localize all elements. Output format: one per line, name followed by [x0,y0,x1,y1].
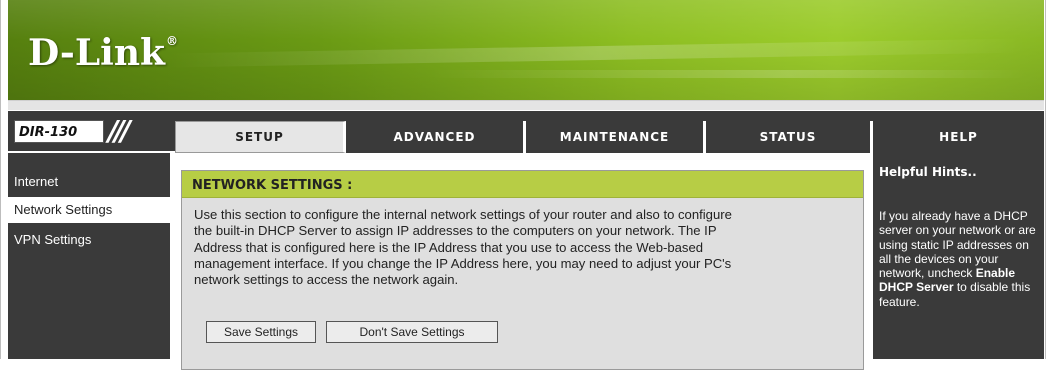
description-line: Use this section to configure the intern… [194,207,732,222]
description-line: network settings to access the network a… [194,272,459,288]
model-slash-icon: /// [108,114,131,147]
header-divider [8,100,1044,110]
model-label: DIR-130 [14,120,104,143]
tab-label: STATUS [759,130,817,144]
banner-decoration [428,70,1028,78]
registered-mark: ® [165,34,178,48]
tab-label: MAINTENANCE [559,130,670,144]
dont-save-settings-button[interactable]: Don't Save Settings [326,321,498,343]
hints-title: Helpful Hints.. [879,165,977,179]
section-title: NETWORK SETTINGS : [182,171,863,198]
model-badge-area: DIR-130 /// [8,116,170,148]
tab-advanced[interactable]: ADVANCED [346,121,526,153]
network-settings-panel: NETWORK SETTINGS : Use this section to c… [181,170,864,370]
save-settings-button[interactable]: Save Settings [206,321,316,343]
tab-label: HELP [939,130,978,144]
logo-text: D-Link [28,32,165,74]
tab-label: ADVANCED [393,130,476,144]
hints-text: If you already have a DHCP server on you… [879,209,1041,309]
sidebar-item-vpn-settings[interactable]: VPN Settings [8,227,170,253]
tab-help[interactable]: HELP [873,121,1044,153]
main-content: NETWORK SETTINGS : Use this section to c… [175,158,869,370]
description-line: the built-in DHCP Server to assign IP ad… [194,223,717,239]
sidebar: Internet Network Settings VPN Settings [8,153,170,359]
description-line: management interface. If you change the … [194,255,732,271]
main-tabs: SETUP ADVANCED MAINTENANCE STATUS [175,121,873,153]
sidebar-item-internet[interactable]: Internet [8,169,170,195]
dlink-logo: D-Link® [28,32,178,74]
tab-setup[interactable]: SETUP [175,121,346,153]
header-banner: D-Link® [8,0,1044,100]
tab-status[interactable]: STATUS [706,121,873,153]
tab-maintenance[interactable]: MAINTENANCE [526,121,706,153]
tab-label: SETUP [235,130,284,144]
banner-decoration [168,38,1028,68]
section-description: Use this section to configure the intern… [194,207,854,288]
sidebar-item-network-settings[interactable]: Network Settings [8,197,170,223]
helpful-hints-panel: Helpful Hints.. If you already have a DH… [873,153,1044,359]
description-line: Address that is configured here is the I… [194,239,704,255]
